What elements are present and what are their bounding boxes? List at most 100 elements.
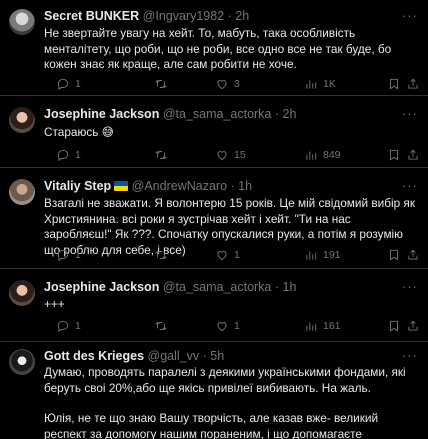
views-button[interactable]: 161: [304, 318, 341, 334]
more-icon[interactable]: ···: [402, 179, 418, 192]
tweet[interactable]: Vitaliy Step @AndrewNazaro · 1h ··· Взаг…: [0, 169, 428, 269]
author-handle[interactable]: @ta_sama_actorka: [163, 280, 272, 294]
like-button[interactable]: 3: [215, 76, 240, 92]
tweet-paragraph: Думаю, проводять паралелі з деякими укра…: [44, 365, 406, 395]
author-handle[interactable]: @gall_vv: [148, 349, 200, 363]
author-name[interactable]: Josephine Jackson: [44, 107, 159, 121]
like-button[interactable]: 1: [215, 318, 240, 334]
share-icon: [408, 320, 418, 331]
tweet-text: Думаю, проводять паралелі з деякими укра…: [44, 365, 419, 439]
view-count: 161: [323, 320, 341, 332]
author-handle[interactable]: @AndrewNazaro: [132, 179, 227, 193]
bookmark-icon: [390, 320, 398, 332]
reply-icon: [57, 249, 69, 262]
share-button[interactable]: [406, 247, 420, 263]
like-button[interactable]: 15: [215, 147, 246, 163]
tweet-text: Не звертайте увагу на хейт. То, мабуть, …: [44, 26, 392, 71]
more-icon[interactable]: ···: [402, 280, 418, 293]
share-icon: [408, 78, 418, 89]
bookmark-icon: [390, 78, 398, 90]
tweet-text: +++: [44, 297, 65, 311]
avatar[interactable]: [9, 280, 35, 306]
avatar[interactable]: [9, 107, 35, 133]
reply-icon: [57, 320, 69, 333]
tweet[interactable]: Gott des Krieges @gall_vv · 5h ··· Думаю…: [0, 343, 428, 439]
tweet[interactable]: Josephine Jackson @ta_sama_actorka · 1h …: [0, 270, 428, 342]
timestamp[interactable]: · 2h: [228, 9, 250, 23]
view-count: 1K: [323, 78, 336, 90]
retweet-icon: [155, 79, 167, 89]
like-count: 1: [234, 249, 240, 261]
reply-count: 1: [75, 78, 81, 90]
like-button[interactable]: 1: [215, 247, 240, 263]
retweet-button[interactable]: [154, 147, 173, 163]
bookmark-icon: [390, 249, 398, 261]
reply-button[interactable]: 1: [56, 147, 81, 163]
more-icon[interactable]: ···: [402, 9, 418, 22]
retweet-icon: [155, 250, 167, 260]
view-count: 191: [323, 249, 341, 261]
author-name[interactable]: Secret BUNKER: [44, 9, 139, 23]
reply-button[interactable]: 1: [56, 247, 81, 263]
bookmark-button[interactable]: [387, 76, 401, 92]
timestamp[interactable]: · 1h: [275, 280, 297, 294]
views-button[interactable]: 849: [304, 147, 341, 163]
retweet-button[interactable]: [154, 247, 173, 263]
like-icon: [217, 80, 227, 90]
views-button[interactable]: 191: [304, 247, 341, 263]
retweet-icon: [155, 150, 167, 160]
timestamp[interactable]: · 1h: [231, 179, 253, 193]
more-icon[interactable]: ···: [402, 107, 418, 120]
tweet-actions: 1 15 849: [44, 147, 418, 163]
like-icon: [217, 322, 227, 332]
views-icon: [306, 322, 317, 331]
more-icon[interactable]: ···: [402, 349, 418, 362]
share-button[interactable]: [406, 318, 420, 334]
avatar[interactable]: [9, 349, 35, 375]
reply-icon: [57, 78, 69, 91]
tweet-header: Josephine Jackson @ta_sama_actorka · 1h: [44, 280, 296, 295]
views-icon: [306, 80, 317, 89]
bookmark-button[interactable]: [387, 318, 401, 334]
author-handle[interactable]: @ta_sama_actorka: [163, 107, 272, 121]
like-icon: [217, 151, 227, 161]
share-icon: [408, 249, 418, 260]
tweet-actions: 1 1 191: [44, 247, 418, 263]
bookmark-icon: [390, 149, 398, 161]
retweet-button[interactable]: [154, 76, 173, 92]
share-icon: [408, 149, 418, 160]
author-handle[interactable]: @Ingvary1982: [143, 9, 225, 23]
views-icon: [306, 151, 317, 160]
avatar[interactable]: [9, 179, 35, 205]
retweet-button[interactable]: [154, 318, 173, 334]
author-name[interactable]: Gott des Krieges: [44, 349, 144, 363]
tweet-text: Стараюсь 😅: [44, 125, 114, 139]
bookmark-button[interactable]: [387, 147, 401, 163]
bookmark-button[interactable]: [387, 247, 401, 263]
ukraine-flag-icon: [114, 181, 129, 191]
views-icon: [306, 251, 317, 260]
share-button[interactable]: [406, 76, 420, 92]
author-name[interactable]: Vitaliy Step: [44, 179, 111, 193]
like-count: 3: [234, 78, 240, 90]
timestamp[interactable]: · 2h: [275, 107, 297, 121]
like-icon: [217, 251, 227, 261]
reply-button[interactable]: 1: [56, 318, 81, 334]
reply-count: 1: [75, 320, 81, 332]
tweet-paragraph: Юлія, не те що знаю Вашу творчість, але …: [44, 411, 379, 439]
avatar[interactable]: [9, 9, 35, 35]
view-count: 849: [323, 149, 341, 161]
tweet[interactable]: Secret BUNKER @Ingvary1982 · 2h ··· Не з…: [0, 0, 428, 96]
tweet[interactable]: Josephine Jackson @ta_sama_actorka · 2h …: [0, 97, 428, 168]
views-button[interactable]: 1K: [304, 76, 336, 92]
author-name[interactable]: Josephine Jackson: [44, 280, 159, 294]
share-button[interactable]: [406, 147, 420, 163]
reply-button[interactable]: 1: [56, 76, 81, 92]
tweet-header: Secret BUNKER @Ingvary1982 · 2h: [44, 9, 249, 24]
tweet-actions: 1 3 1K: [44, 76, 418, 92]
tweet-header: Vitaliy Step @AndrewNazaro · 1h: [44, 179, 252, 194]
reply-icon: [57, 149, 69, 162]
reply-count: 1: [75, 249, 81, 261]
retweet-icon: [155, 321, 167, 331]
timestamp[interactable]: · 5h: [203, 349, 225, 363]
